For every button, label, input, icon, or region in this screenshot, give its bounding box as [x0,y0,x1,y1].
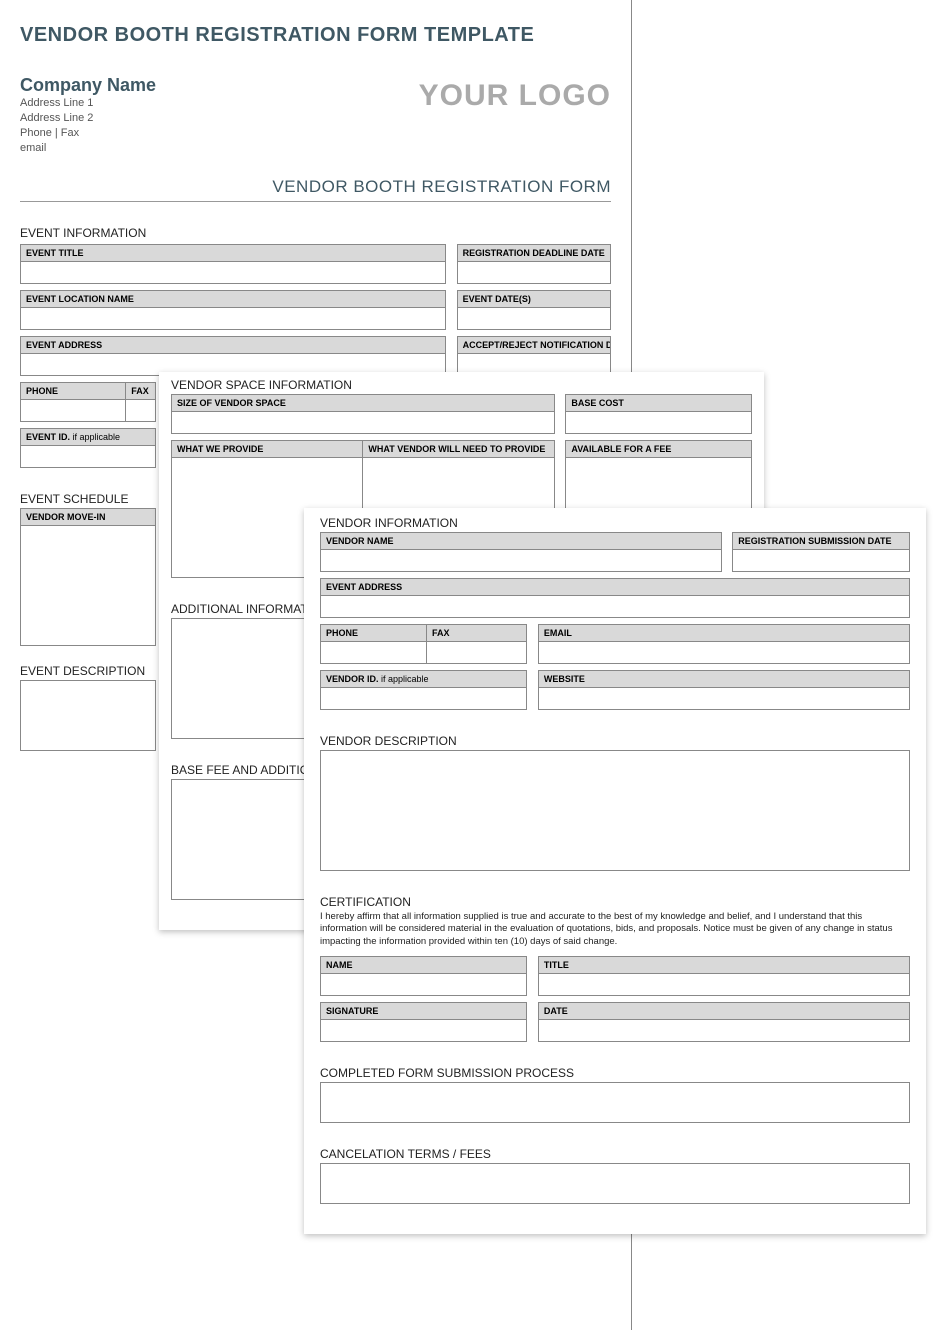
field-cert-name[interactable] [321,974,527,996]
form-title-bar: VENDOR BOOTH REGISTRATION FORM [20,177,611,202]
label-vendor-email: EMAIL [538,625,909,642]
label-accept-reject: ACCEPT/REJECT NOTIFICATION DATE [457,337,610,354]
field-event-id[interactable] [21,446,156,468]
vendor-id-table: VENDOR ID. if applicable WEBSITE [320,670,910,710]
vendor-name-table: VENDOR NAME REGISTRATION SUBMISSION DATE [320,532,910,572]
label-event-dates: EVENT DATE(S) [457,291,610,308]
field-cert-date[interactable] [538,1020,909,1042]
field-reg-submission[interactable] [733,550,910,572]
field-event-dates[interactable] [457,308,610,330]
label-fax: FAX [126,383,156,400]
field-phone[interactable] [21,400,126,422]
field-event-description[interactable] [21,681,156,751]
vendor-space-table: SIZE OF VENDOR SPACE BASE COST [171,394,752,434]
field-vendor-email[interactable] [538,642,909,664]
field-vendor-website[interactable] [538,688,909,710]
cancelation-table [320,1163,910,1204]
field-base-cost[interactable] [566,412,752,434]
section-vendor-space: VENDOR SPACE INFORMATION [171,378,752,392]
label-vendor-website: WEBSITE [538,671,909,688]
submission-process-table [320,1082,910,1123]
section-cancelation: CANCELATION TERMS / FEES [320,1147,910,1161]
label-available-fee: AVAILABLE FOR A FEE [566,441,752,458]
field-vendor-description[interactable] [321,751,910,871]
section-vendor-information: VENDOR INFORMATION [320,516,910,530]
label-vendor-need-provide: WHAT VENDOR WILL NEED TO PROVIDE [363,441,554,458]
label-cert-signature: SIGNATURE [321,1003,527,1020]
field-vendor-movein[interactable] [21,526,156,646]
field-vendor-event-address[interactable] [321,596,910,618]
label-event-address: EVENT ADDRESS [21,337,446,354]
label-reg-submission: REGISTRATION SUBMISSION DATE [733,533,910,550]
section-event-information: EVENT INFORMATION [20,226,611,240]
cert-sig-date-table: SIGNATURE DATE [320,1002,910,1042]
form-title: VENDOR BOOTH REGISTRATION FORM [272,177,611,196]
vendor-contact-table: PHONE FAX EMAIL [320,624,910,664]
field-event-location[interactable] [21,308,446,330]
section-vendor-description: VENDOR DESCRIPTION [320,734,910,748]
label-event-title: EVENT TITLE [21,245,446,262]
event-description-table [20,680,156,751]
field-vendor-id[interactable] [321,688,527,710]
section-submission-process: COMPLETED FORM SUBMISSION PROCESS [320,1066,910,1080]
label-event-location: EVENT LOCATION NAME [21,291,446,308]
page-3: VENDOR INFORMATION VENDOR NAME REGISTRAT… [304,508,926,1234]
label-vendor-fax: FAX [427,625,527,642]
letterhead: Company Name Address Line 1 Address Line… [20,75,611,155]
field-size-vendor-space[interactable] [172,412,555,434]
company-block: Company Name Address Line 1 Address Line… [20,75,156,155]
event-information-table: EVENT TITLE REGISTRATION DEADLINE DATE [20,244,611,284]
field-cert-title[interactable] [538,974,909,996]
company-addr1: Address Line 1 [20,96,156,111]
event-address-table: EVENT ADDRESS ACCEPT/REJECT NOTIFICATION… [20,336,611,376]
vendor-address-table: EVENT ADDRESS [320,578,910,618]
label-vendor-id: VENDOR ID. if applicable [321,671,527,688]
field-vendor-name[interactable] [321,550,722,572]
label-size-vendor-space: SIZE OF VENDOR SPACE [172,395,555,412]
label-vendor-movein: VENDOR MOVE-IN [21,509,156,526]
vendor-description-table [320,750,910,871]
certification-text: I hereby affirm that all information sup… [320,911,910,948]
label-vendor-event-address: EVENT ADDRESS [321,579,910,596]
field-vendor-fax[interactable] [427,642,527,664]
field-cancelation[interactable] [321,1164,910,1204]
label-cert-title: TITLE [538,957,909,974]
event-id-table: EVENT ID. if applicable [20,428,156,468]
document-title: VENDOR BOOTH REGISTRATION FORM TEMPLATE [20,24,611,47]
label-vendor-name: VENDOR NAME [321,533,722,550]
company-addr2: Address Line 2 [20,111,156,126]
company-email: email [20,141,156,156]
label-base-cost: BASE COST [566,395,752,412]
label-event-id: EVENT ID. if applicable [21,429,156,446]
label-cert-name: NAME [321,957,527,974]
label-what-we-provide: WHAT WE PROVIDE [172,441,363,458]
field-vendor-phone[interactable] [321,642,427,664]
field-cert-signature[interactable] [321,1020,527,1042]
company-phone-fax: Phone | Fax [20,126,156,141]
field-reg-deadline[interactable] [457,262,610,284]
phone-fax-table: PHONE FAX [20,382,156,422]
section-certification: CERTIFICATION [320,895,910,909]
logo-placeholder: YOUR LOGO [419,79,611,113]
label-phone: PHONE [21,383,126,400]
cert-name-title-table: NAME TITLE [320,956,910,996]
vendor-movein-table: VENDOR MOVE-IN [20,508,156,646]
field-fax[interactable] [126,400,156,422]
event-location-table: EVENT LOCATION NAME EVENT DATE(S) [20,290,611,330]
company-name: Company Name [20,75,156,96]
label-cert-date: DATE [538,1003,909,1020]
label-vendor-phone: PHONE [321,625,427,642]
field-submission-process[interactable] [321,1083,910,1123]
label-reg-deadline: REGISTRATION DEADLINE DATE [457,245,610,262]
field-event-title[interactable] [21,262,446,284]
